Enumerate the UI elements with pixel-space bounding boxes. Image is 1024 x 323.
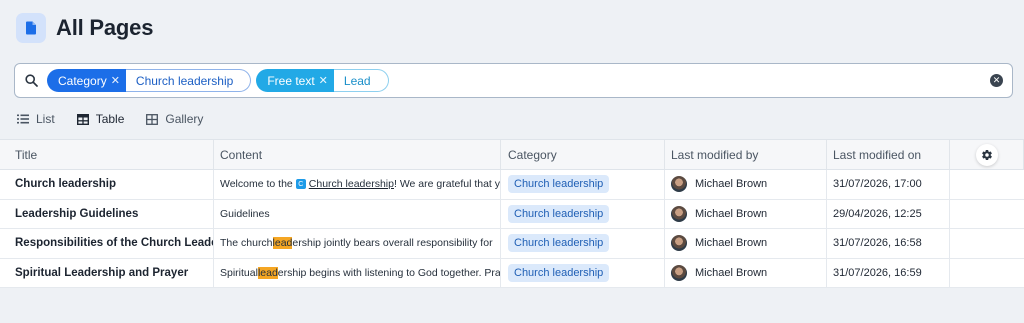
column-header-modified-on[interactable]: Last modified on [827, 140, 950, 169]
content-text: Welcome to the [220, 178, 293, 191]
tab-label: Gallery [165, 112, 204, 126]
table-row[interactable]: Leadership Guidelines Guidelines Church … [0, 199, 1024, 229]
content-text: ership jointly bears overall responsibil… [292, 237, 493, 250]
avatar [671, 205, 687, 222]
tab-table[interactable]: Table [76, 112, 125, 126]
table-row[interactable]: Church leadership Welcome to the C Churc… [0, 170, 1024, 200]
category-badge[interactable]: Church leadership [508, 175, 610, 194]
view-tabs: List Table Gallery [17, 112, 225, 126]
tab-label: List [36, 112, 55, 126]
clear-search-icon[interactable]: ✕ [990, 74, 1003, 87]
category-link-icon: C [295, 179, 306, 190]
remove-filter-icon[interactable]: ✕ [111, 74, 120, 87]
user-name: Michael Brown [695, 207, 768, 220]
list-icon [17, 114, 29, 124]
gallery-icon [146, 113, 159, 125]
filter-chip-category[interactable]: Category ✕ Church leadership [47, 69, 252, 92]
category-badge[interactable]: Church leadership [508, 204, 610, 223]
tab-label: Table [95, 112, 125, 126]
remove-filter-icon[interactable]: ✕ [319, 74, 328, 87]
filter-value-label[interactable]: Lead [333, 69, 389, 92]
table-row[interactable]: Spiritual Leadership and Prayer Spiritua… [0, 258, 1024, 288]
user-name: Michael Brown [695, 237, 768, 250]
row-spacer [950, 229, 1024, 258]
filter-chip-free-text[interactable]: Free text ✕ Lead [256, 69, 389, 92]
filter-key-label: Free text [267, 73, 315, 88]
search-highlight: lead [257, 266, 278, 279]
table-header: Title Content Category Last modified by … [0, 140, 1024, 170]
content-text: ! We are grateful that y [393, 178, 501, 191]
row-modified-on: 31/07/2026, 17:00 [827, 170, 950, 199]
content-text: The church [220, 237, 273, 250]
row-content: Spiritual lead ership begins with listeni… [214, 258, 501, 287]
user-name: Michael Brown [695, 178, 768, 191]
row-modified-on: 31/07/2026, 16:58 [827, 229, 950, 258]
column-settings [950, 140, 1024, 169]
row-content: The church lead ership jointly bears over… [214, 229, 501, 258]
column-header-title[interactable]: Title [0, 140, 214, 169]
table-icon [76, 113, 89, 125]
row-modified-on: 31/07/2026, 16:59 [827, 258, 950, 287]
page-title: All Pages [56, 15, 154, 40]
row-spacer [950, 170, 1024, 199]
tab-list[interactable]: List [17, 112, 55, 126]
row-modified-by: Michael Brown [665, 199, 827, 228]
filter-key-label: Category [58, 73, 107, 88]
content-text: Spiritual [220, 266, 258, 279]
category-badge[interactable]: Church leadership [508, 234, 610, 253]
pages-table: Title Content Category Last modified by … [0, 139, 1024, 288]
row-modified-by: Michael Brown [665, 258, 827, 287]
row-modified-by: Michael Brown [665, 229, 827, 258]
avatar [671, 235, 687, 252]
page-header: All Pages [16, 13, 153, 43]
document-icon [16, 13, 46, 43]
content-text: ership begins with listening to God toge… [277, 266, 501, 279]
column-header-category[interactable]: Category [501, 140, 665, 169]
column-header-modified-by[interactable]: Last modified by [665, 140, 827, 169]
search-icon [25, 74, 39, 88]
tab-gallery[interactable]: Gallery [146, 112, 203, 126]
column-header-content[interactable]: Content [214, 140, 501, 169]
row-category: Church leadership [501, 170, 665, 199]
search-highlight: lead [272, 237, 293, 250]
row-title[interactable]: Spiritual Leadership and Prayer [0, 258, 214, 287]
user-name: Michael Brown [695, 266, 768, 279]
table-row[interactable]: Responsibilities of the Church Leadersl … [0, 229, 1024, 259]
row-modified-on: 29/04/2026, 12:25 [827, 199, 950, 228]
gear-icon[interactable] [975, 143, 998, 166]
row-title[interactable]: Leadership Guidelines [0, 199, 214, 228]
row-content: Welcome to the C Church leadership ! We … [214, 170, 501, 199]
avatar [671, 264, 687, 281]
row-category: Church leadership [501, 229, 665, 258]
content-link[interactable]: Church leadership [309, 178, 394, 190]
row-content: Guidelines [214, 199, 501, 228]
avatar [671, 176, 687, 193]
row-spacer [950, 259, 1024, 288]
row-category: Church leadership [501, 199, 665, 228]
filter-value-label[interactable]: Church leadership [125, 69, 252, 92]
search-bar[interactable]: Category ✕ Church leadership Free text ✕… [14, 63, 1013, 98]
row-title[interactable]: Church leadership [0, 170, 214, 199]
row-spacer [950, 200, 1024, 229]
row-title[interactable]: Responsibilities of the Church Leadersl [0, 229, 214, 258]
content-text: Guidelines [220, 207, 270, 220]
category-badge[interactable]: Church leadership [508, 263, 610, 282]
row-modified-by: Michael Brown [665, 170, 827, 199]
row-category: Church leadership [501, 258, 665, 287]
